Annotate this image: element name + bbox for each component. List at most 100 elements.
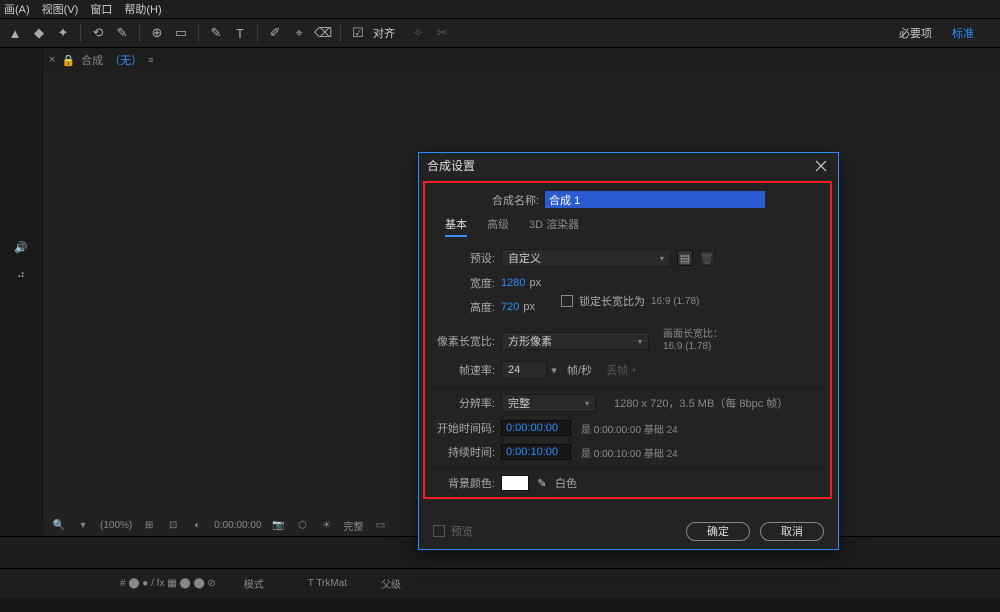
duration-input[interactable] — [501, 444, 571, 460]
ok-button[interactable]: 确定 — [686, 522, 750, 541]
workspace-standard[interactable]: 标准 — [952, 25, 974, 41]
separator — [198, 24, 199, 42]
tool-stamp-icon[interactable]: ⌖ — [290, 24, 308, 42]
menu-bar: 画(A) 视图(V) 窗口 帮助(H) — [0, 0, 1000, 18]
tool-roto-icon[interactable]: ✂ — [433, 24, 451, 42]
duration-info: 是 0:00:10:00 基础 24 — [581, 445, 678, 460]
channel-icon[interactable]: ⬡ — [296, 518, 310, 532]
viewer-tab-strip: × 🔒 合成 （无） ≡ — [43, 48, 1000, 72]
resolution-label: 分辨率: — [431, 395, 501, 411]
width-unit: px — [529, 277, 541, 289]
tool-eraser-icon[interactable]: ⌫ — [314, 24, 332, 42]
preset-dropdown[interactable]: 自定义 ▾ — [501, 249, 671, 267]
zoom-value[interactable]: (100%) — [100, 520, 132, 531]
tool-text-icon[interactable]: T — [231, 24, 249, 42]
resolution-dropdown[interactable]: 完整 — [344, 518, 364, 533]
height-value[interactable]: 720 — [501, 301, 519, 313]
par-dropdown[interactable]: 方形像素 ▾ — [501, 332, 649, 350]
tool-pen-icon[interactable]: ✎ — [207, 24, 225, 42]
resolution-dropdown[interactable]: 完整 ▾ — [501, 394, 596, 412]
tool-rotate-icon[interactable]: ⟲ — [89, 24, 107, 42]
flowchart-icon[interactable]: ⠴ — [0, 264, 42, 284]
cancel-button[interactable]: 取消 — [760, 522, 824, 541]
start-tc-input[interactable] — [501, 420, 571, 436]
tool-camera-icon[interactable]: ✎ — [113, 24, 131, 42]
preset-value: 自定义 — [508, 250, 541, 266]
bg-color-swatch[interactable] — [501, 475, 529, 491]
preview-label: 预览 — [451, 523, 473, 539]
height-label: 高度: — [431, 299, 501, 315]
grid-icon[interactable]: ⊞ — [142, 518, 156, 532]
preset-label: 预设: — [431, 250, 501, 266]
column-trkmat[interactable]: T TrkMat — [308, 578, 347, 589]
bg-color-name: 白色 — [555, 475, 577, 491]
comp-name-input[interactable] — [545, 191, 765, 208]
tool-puppet-icon[interactable]: ✧ — [409, 24, 427, 42]
tool-brush-icon[interactable]: ✐ — [266, 24, 284, 42]
tool-rect-icon[interactable]: ▭ — [172, 24, 190, 42]
tab-advanced[interactable]: 高级 — [487, 216, 509, 237]
region-icon[interactable]: ▭ — [374, 518, 388, 532]
guides-icon[interactable]: ⊡ — [166, 518, 180, 532]
separator — [257, 24, 258, 42]
separator — [80, 24, 81, 42]
eyedropper-icon[interactable]: ✎ — [535, 476, 549, 490]
start-tc-label: 开始时间码: — [431, 420, 501, 436]
menu-window[interactable]: 窗口 — [90, 1, 112, 17]
close-icon — [815, 160, 827, 172]
snap-label: 对齐 — [373, 25, 395, 41]
workspace-essentials[interactable]: 必要项 — [899, 25, 932, 41]
separator — [340, 24, 341, 42]
project-panel: 🔊 ⠴ — [0, 48, 43, 518]
tool-zoom-icon[interactable]: ✦ — [54, 24, 72, 42]
fps-dropdown[interactable]: 24 — [501, 361, 547, 379]
exposure-icon[interactable]: ☀ — [320, 518, 334, 532]
panel-audio-icon[interactable]: 🔊 — [0, 236, 42, 258]
dialog-body: 合成名称: 基本 高级 3D 渲染器 预设: 自定义 ▾ ▤ 🗑 宽度: 128… — [419, 179, 838, 491]
lock-aspect-label: 锁定长宽比为 — [579, 293, 645, 309]
tab-3d-renderer[interactable]: 3D 渲染器 — [529, 216, 579, 237]
close-button[interactable] — [812, 157, 830, 175]
chevron-down-icon: ▾ — [632, 366, 636, 375]
preview-checkbox[interactable] — [433, 525, 445, 537]
tool-hand-icon[interactable]: ◆ — [30, 24, 48, 42]
dropdown-icon[interactable]: ▾ — [76, 518, 90, 532]
menu-help[interactable]: 帮助(H) — [124, 1, 161, 17]
width-label: 宽度: — [431, 275, 501, 291]
tab-menu-icon[interactable]: ≡ — [148, 55, 153, 65]
tab-label: 合成 — [81, 52, 103, 68]
column-parent[interactable]: 父级 — [381, 576, 401, 591]
tab-basic[interactable]: 基本 — [445, 216, 467, 237]
lock-aspect-ratio: 16:9 (1.78) — [651, 296, 699, 307]
tab-lock-icon[interactable]: 🔒 — [61, 54, 75, 67]
comp-name-label: 合成名称: — [492, 192, 545, 208]
tab-close-icon[interactable]: × — [49, 54, 55, 66]
par-label: 像素长宽比: — [431, 333, 501, 349]
tool-arrow-icon[interactable]: ▲ — [6, 24, 24, 42]
mask-icon[interactable]: ◐ — [190, 518, 204, 532]
snap-checkbox-icon[interactable]: ☑ — [349, 24, 367, 42]
composition-settings-dialog: 合成设置 合成名称: 基本 高级 3D 渲染器 预设: 自定义 ▾ ▤ 🗑 — [418, 152, 839, 550]
delete-preset-icon[interactable]: 🗑 — [699, 250, 715, 266]
resolution-value: 完整 — [508, 395, 530, 411]
chevron-down-icon[interactable]: ▾ — [547, 364, 561, 377]
tab-comp-name[interactable]: （无） — [109, 52, 142, 68]
chevron-down-icon: ▾ — [660, 254, 664, 263]
current-time[interactable]: 0:00:00:00 — [214, 520, 261, 531]
snapshot-icon[interactable]: 📷 — [272, 518, 286, 532]
menu-view[interactable]: 视图(V) — [42, 1, 79, 17]
magnify-icon[interactable]: 🔍 — [52, 518, 66, 532]
settings-tabs: 基本 高级 3D 渲染器 — [445, 216, 826, 237]
width-value[interactable]: 1280 — [501, 277, 525, 289]
resolution-info: 1280 x 720，3.5 MB（每 8bpc 帧） — [614, 395, 788, 411]
preview-toggle[interactable]: 预览 — [433, 523, 473, 539]
column-mode[interactable]: 模式 — [244, 576, 264, 591]
tool-anchor-icon[interactable]: ⊕ — [148, 24, 166, 42]
dialog-footer: 预览 确定 取消 — [419, 513, 838, 549]
fps-label: 帧速率: — [431, 362, 501, 378]
menu-animation[interactable]: 画(A) — [4, 1, 30, 17]
column-switches: # ⬤ ● / fx ▦ ⬤ ⬤ ⊘ — [120, 578, 216, 589]
timeline-bottom — [0, 598, 1000, 612]
lock-aspect-checkbox[interactable] — [561, 295, 573, 307]
save-preset-icon[interactable]: ▤ — [677, 250, 693, 266]
